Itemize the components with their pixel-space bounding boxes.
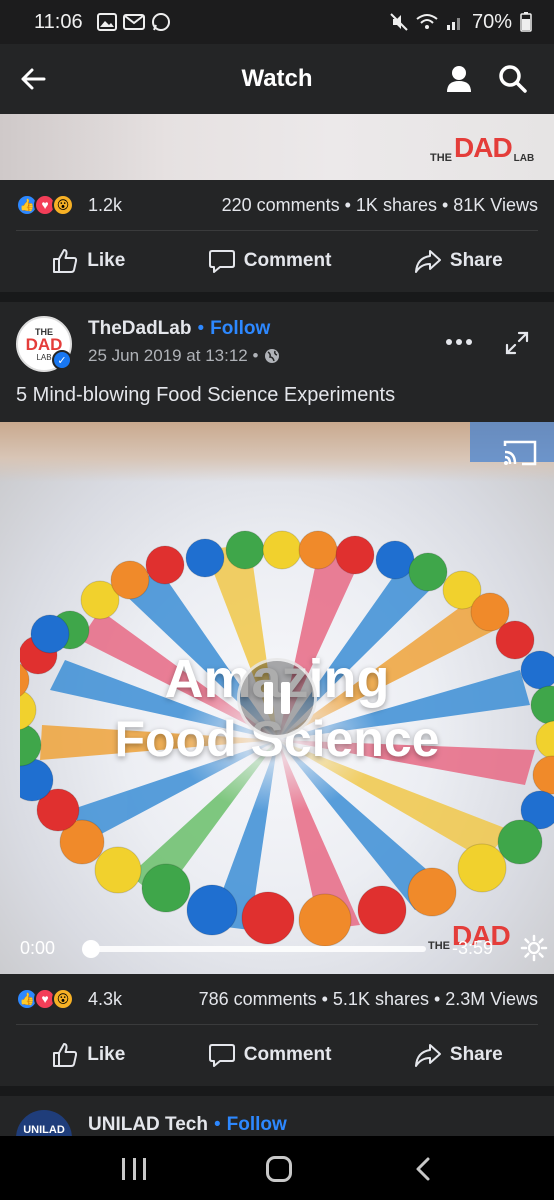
signal-icon [446,18,460,30]
separator: • [213,1114,221,1135]
post-timestamp[interactable]: 25 Jun 2019 at 13:12 • [88,346,258,366]
back-arrow-icon[interactable] [18,64,48,94]
post-text: 5 Mind-blowing Food Science Experiments [16,384,396,406]
system-nav-bar [0,1136,554,1200]
gallery-icon [96,13,117,31]
expand-icon[interactable] [504,330,530,356]
search-icon[interactable] [498,64,528,94]
share-button[interactable]: Share [414,247,503,275]
page-name-row: UNILAD Tech • Follow [88,1114,287,1136]
more-options-icon[interactable] [446,332,474,352]
page-name[interactable]: TheDadLab [88,318,191,339]
post-meta: 220 comments • 1K shares • 81K Views [221,194,538,215]
pause-button[interactable] [237,658,317,738]
mail-icon [122,14,145,30]
post-footer: 👍 ♥ 😮 4.3k 786 comments • 5.1K shares • … [0,974,554,1086]
reactions: 👍 ♥ 😮 [16,988,74,1010]
like-button[interactable]: Like [51,247,125,275]
video-controls: 0:00 -3:59 [0,932,554,974]
wow-reaction-icon: 😮 [52,194,74,216]
share-icon [414,250,441,273]
comment-button[interactable]: Comment [208,247,331,275]
follow-button[interactable]: Follow [210,318,270,339]
gear-icon[interactable] [520,934,548,962]
share-icon [414,1044,441,1067]
post-stats[interactable]: 👍 ♥ 😮 4.3k 786 comments • 5.1K shares • … [0,974,554,1024]
comment-icon [208,250,235,273]
post-header: THE DAD LAB ✓ TheDadLab • Follow 25 Jun 20… [0,302,554,422]
battery-level: 70% [471,10,512,33]
recent-apps-icon[interactable] [122,1158,146,1180]
notification-icons [96,12,171,32]
reaction-count: 4.3k [88,988,123,1009]
reaction-count: 1.2k [88,194,123,215]
thumbs-up-icon [53,1043,78,1067]
globe-icon [265,349,280,363]
comment-button[interactable]: Comment [208,1041,331,1069]
status-bar: 11:06 70% [0,0,554,44]
wow-reaction-icon: 😮 [52,988,74,1010]
remaining-time: -3:59 [452,938,494,958]
separator: • [197,318,205,339]
follow-button[interactable]: Follow [227,1114,287,1135]
post-timestamp-row: 25 Jun 2019 at 13:12 • [88,346,280,366]
post-actions: Like Comment Share [0,231,554,291]
mute-icon [390,13,408,31]
feed-gap [0,292,554,302]
previous-video[interactable]: THE DAD LAB [0,114,554,180]
page-avatar[interactable]: UNILAD [16,1110,72,1136]
comment-icon [208,1044,235,1067]
next-post-header: UNILAD UNILAD Tech • Follow [0,1096,554,1136]
video-watermark: THE DAD LAB [430,132,535,164]
cast-icon[interactable] [502,438,538,468]
home-icon[interactable] [266,1156,292,1182]
pause-bar [281,682,290,714]
whatsapp-icon [151,13,170,31]
video-player[interactable]: Amazing Food Science THE DAD 0:00 -3:59 [0,422,554,974]
app-header: Watch [0,44,554,114]
pause-bar [264,682,273,714]
post-stats[interactable]: 👍 ♥ 😮 1.2k 220 comments • 1K shares • 81… [0,180,554,230]
post-footer: 👍 ♥ 😮 1.2k 220 comments • 1K shares • 81… [0,180,554,292]
page-name-row: TheDadLab • Follow [88,318,270,340]
feed-gap [0,1086,554,1096]
battery-icon [520,12,532,32]
profile-icon[interactable] [444,64,474,94]
like-button[interactable]: Like [51,1041,125,1069]
back-icon[interactable] [412,1156,436,1182]
post-meta: 786 comments • 5.1K shares • 2.3M Views [198,988,538,1009]
progress-handle[interactable] [82,940,100,958]
share-button[interactable]: Share [414,1041,503,1069]
thumbs-up-icon [53,249,78,273]
status-time: 11:06 [34,10,83,33]
post-actions: Like Comment Share [0,1025,554,1085]
reactions: 👍 ♥ 😮 [16,194,74,216]
verified-badge-icon: ✓ [52,350,72,370]
wifi-icon [416,14,438,29]
page-name[interactable]: UNILAD Tech [88,1114,208,1135]
current-time: 0:00 [20,938,56,958]
progress-bar[interactable] [90,946,426,952]
